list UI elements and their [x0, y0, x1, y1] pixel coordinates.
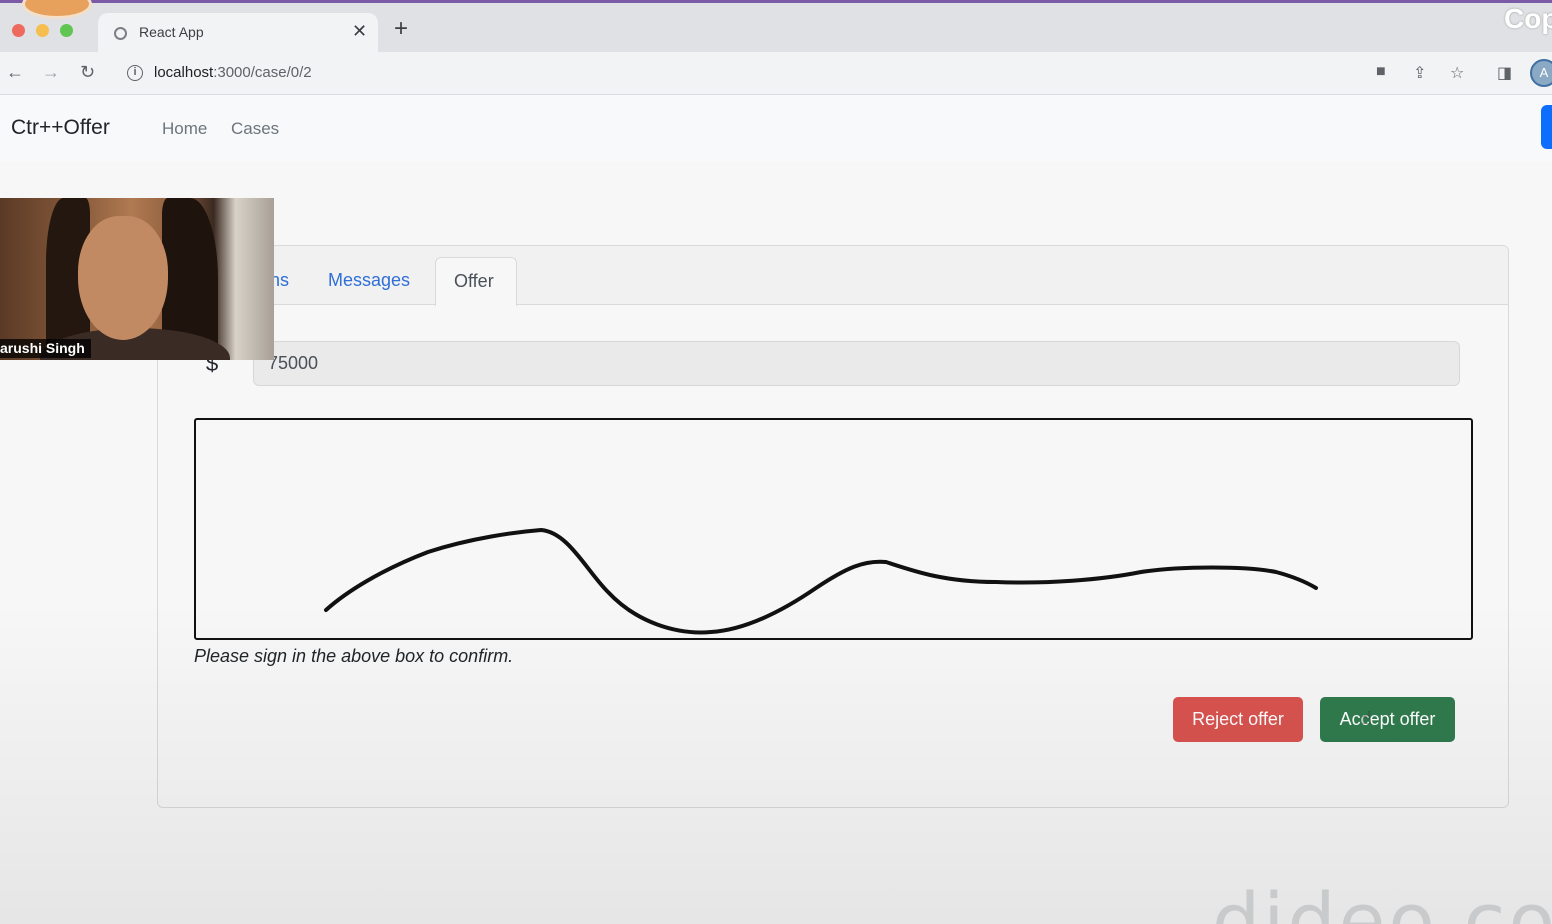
app-avatar-icon — [22, 0, 92, 19]
signature-caption: Please sign in the above box to confirm. — [194, 646, 514, 666]
window-close-icon[interactable] — [12, 24, 25, 37]
reject-offer-button[interactable]: Reject offer — [1173, 697, 1303, 742]
signature-pad[interactable] — [194, 418, 1473, 640]
card-tabs: ns Messages Offer — [158, 246, 1508, 306]
navbar-action-button[interactable] — [1541, 105, 1552, 149]
webcam-overlay: arushi Singh — [0, 198, 274, 360]
window-maximize-icon[interactable] — [60, 24, 73, 37]
watermark-logo: dideo.co — [1212, 876, 1552, 924]
nav-link-cases[interactable]: Cases — [231, 119, 279, 139]
address-bar[interactable]: i localhost:3000/case/0/2 — [116, 57, 1362, 89]
bookmark-star-icon[interactable]: ☆ — [1450, 63, 1464, 83]
nav-link-home[interactable]: Home — [162, 119, 207, 139]
app-navbar: Ctr++Offer Home Cases — [0, 95, 1552, 161]
site-info-icon[interactable]: i — [127, 65, 143, 81]
offer-card: ns Messages Offer $ Please sign in the a… — [157, 245, 1509, 808]
browser-tab-strip: React App ✕ + Cop — [0, 0, 1552, 52]
side-panel-icon[interactable]: ◨ — [1497, 63, 1512, 83]
url-text: localhost:3000/case/0/2 — [154, 64, 312, 81]
browser-toolbar: ← → ↻ i localhost:3000/case/0/2 ■ ⇪ ☆ ◨ … — [0, 52, 1552, 95]
tab-messages[interactable]: Messages — [328, 270, 410, 291]
brand-logo[interactable]: Ctr++Offer — [11, 116, 110, 140]
tab-close-icon[interactable]: ✕ — [352, 21, 367, 42]
browser-tab[interactable]: React App ✕ — [98, 13, 378, 52]
window-minimize-icon[interactable] — [36, 24, 49, 37]
new-tab-icon[interactable]: + — [394, 17, 408, 41]
webcam-name-label: arushi Singh — [0, 339, 91, 358]
reload-icon[interactable]: ↻ — [80, 62, 95, 83]
react-favicon-icon — [114, 27, 127, 40]
back-arrow-icon[interactable]: ← — [6, 62, 24, 83]
profile-avatar-icon[interactable]: A — [1530, 59, 1552, 87]
tab-offer-label: Offer — [454, 271, 494, 291]
browser-tab-title: React App — [139, 24, 204, 40]
camera-icon[interactable]: ■ — [1376, 63, 1386, 81]
offer-amount-input[interactable] — [253, 341, 1460, 386]
overlay-corner-text: Cop — [1504, 3, 1552, 34]
webcam-figure-face — [78, 216, 168, 340]
accept-offer-button[interactable]: Accept offer — [1320, 697, 1455, 742]
tab-offer[interactable]: Offer — [435, 257, 517, 306]
share-icon[interactable]: ⇪ — [1413, 63, 1426, 83]
signature-stroke — [324, 528, 1318, 635]
forward-arrow-icon[interactable]: → — [42, 62, 60, 83]
hand-cursor-icon: ☝ — [1361, 708, 1372, 728]
